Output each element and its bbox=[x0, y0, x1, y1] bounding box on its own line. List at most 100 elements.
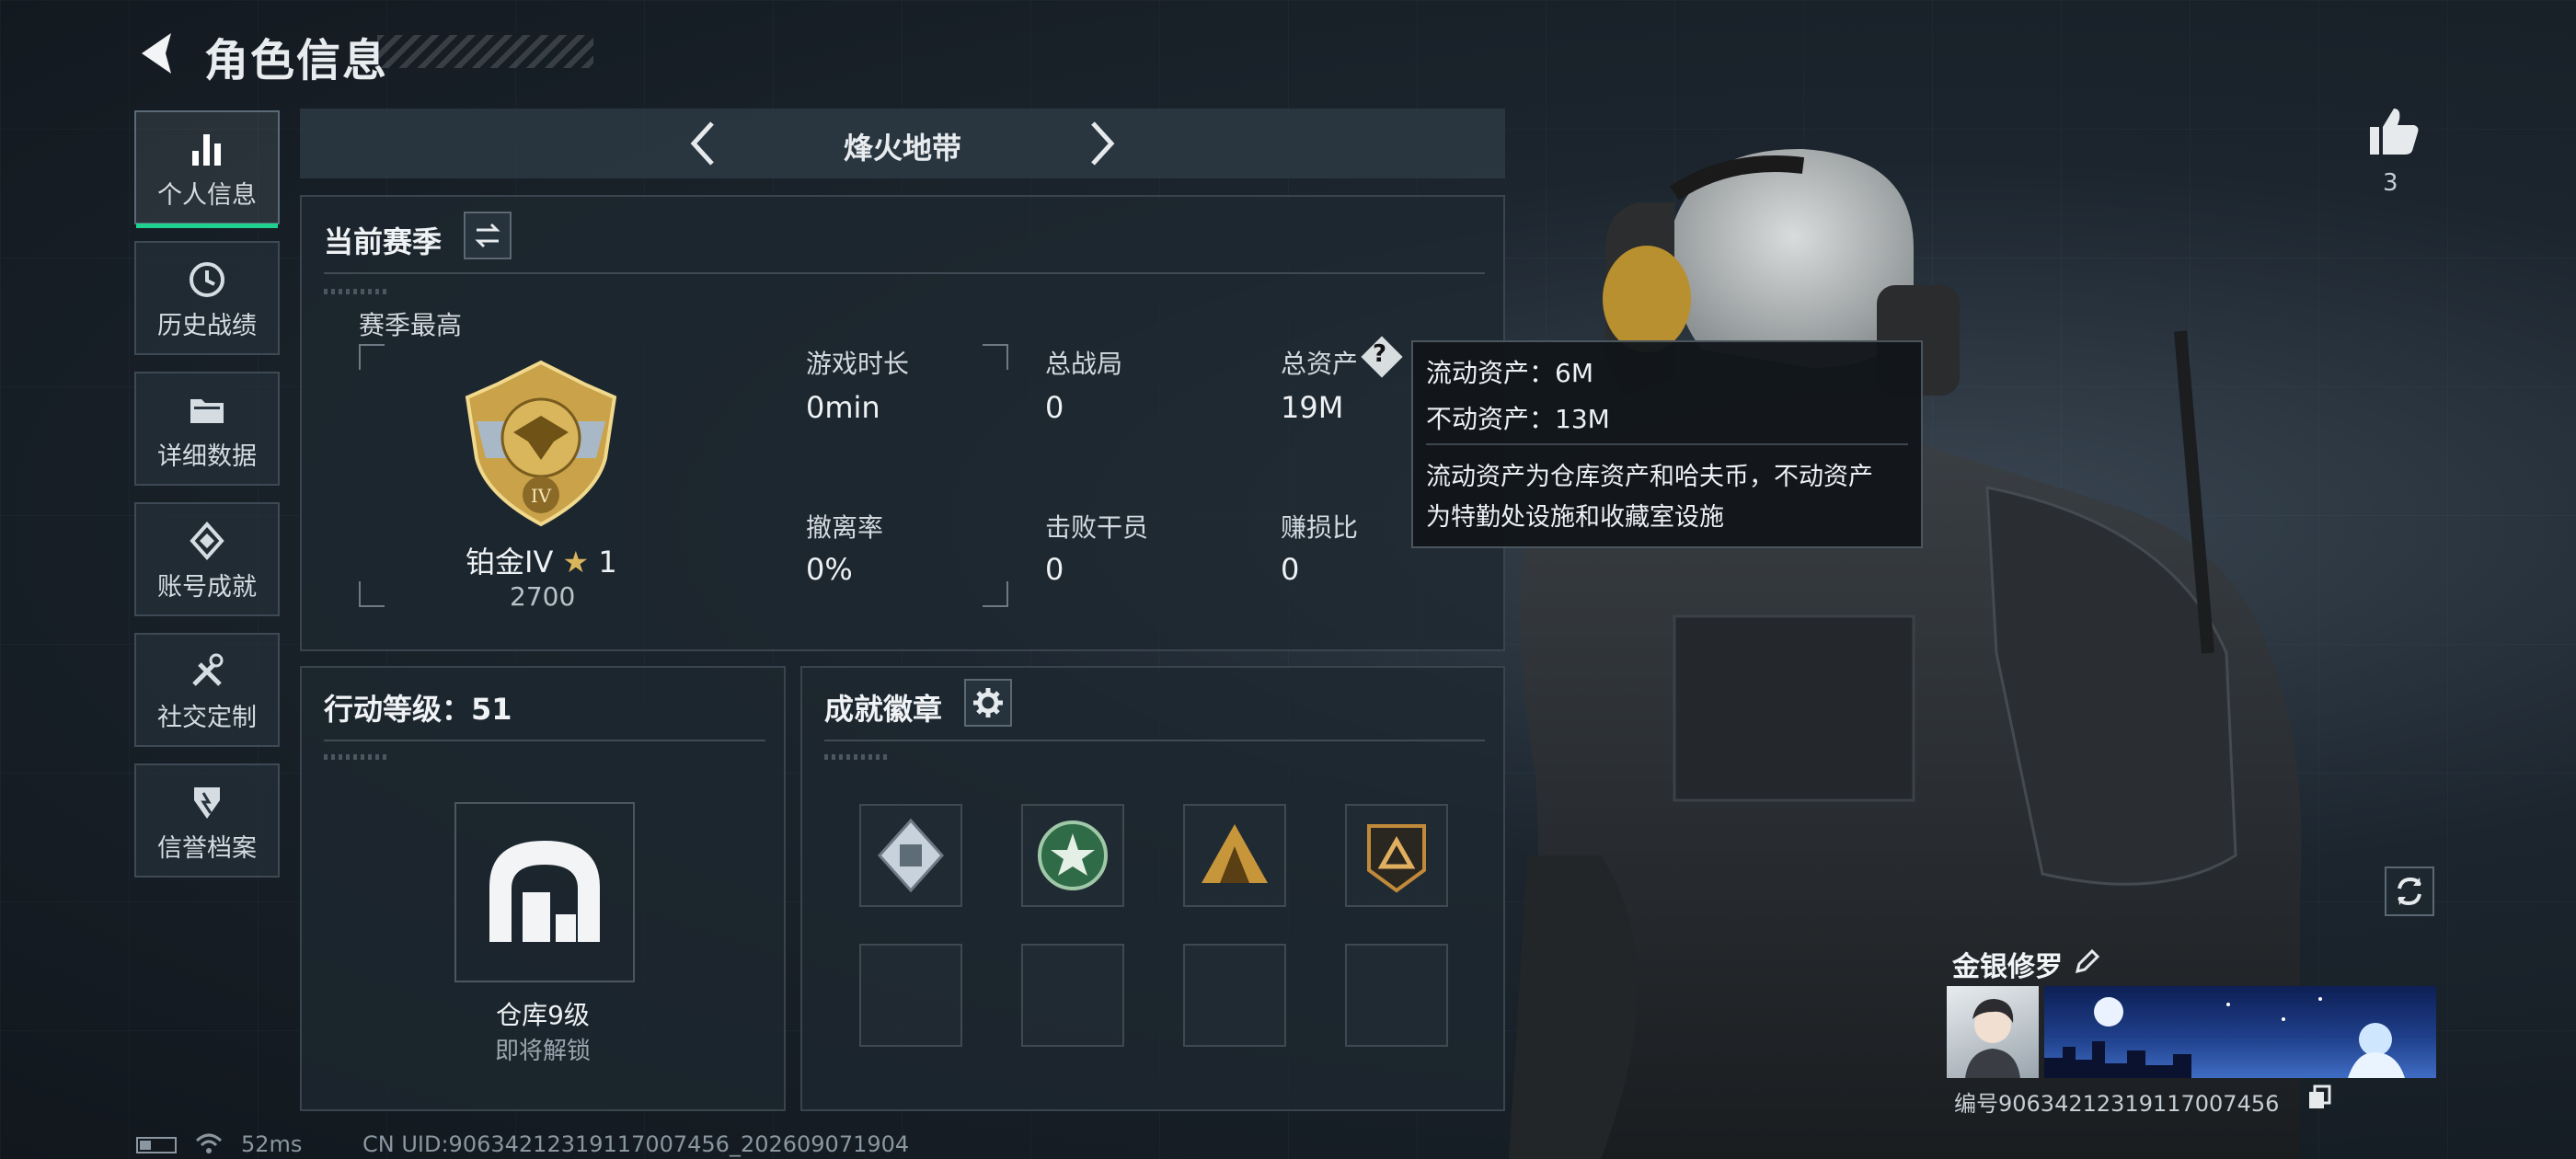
sidebar-item-label: 个人信息 bbox=[157, 181, 257, 210]
triangle-badge-icon bbox=[1367, 824, 1426, 893]
ping-text: 52ms bbox=[241, 1131, 303, 1157]
rank-row: 铂金IV ★ 1 bbox=[466, 539, 617, 581]
wifi-icon bbox=[195, 1133, 223, 1153]
sidebar-item-label: 账号成就 bbox=[157, 573, 257, 602]
divider bbox=[324, 740, 765, 741]
season-panel: 当前赛季 赛季最高 IV 铂金IV ★ 1 2700 游戏时长 0min 总战局… bbox=[300, 195, 1505, 651]
sidebar-item-social[interactable]: 社交定制 bbox=[134, 633, 280, 747]
badge-slot-empty[interactable] bbox=[859, 944, 962, 1047]
divider bbox=[824, 740, 1485, 741]
achievement-icon bbox=[190, 521, 224, 561]
stat-value-profit-ratio: 0 bbox=[1281, 552, 1300, 587]
sidebar-item-achievements[interactable]: 账号成就 bbox=[134, 502, 280, 616]
stat-label-total-assets: 总资产 bbox=[1281, 349, 1359, 379]
rank-stars: 1 bbox=[598, 545, 617, 580]
sidebar-item-label: 详细数据 bbox=[157, 442, 257, 471]
star-badge-icon bbox=[1038, 820, 1108, 890]
back-arrow-icon[interactable] bbox=[129, 26, 184, 81]
stat-value-matches: 0 bbox=[1045, 390, 1064, 425]
cube-badge-icon bbox=[877, 818, 945, 893]
action-level-title: 行动等级：51 bbox=[324, 692, 512, 727]
stat-value-extract-rate: 0% bbox=[806, 552, 853, 587]
sidebar-item-history[interactable]: 历史战绩 bbox=[134, 241, 280, 355]
history-clock-icon bbox=[190, 262, 224, 297]
rotate-model-button[interactable] bbox=[2385, 866, 2434, 916]
stat-value-total-assets: 19M bbox=[1281, 390, 1344, 425]
season-best-label: 赛季最高 bbox=[359, 310, 463, 340]
stat-label-matches: 总战局 bbox=[1045, 349, 1123, 379]
sidebar-item-personal-info[interactable]: 个人信息 bbox=[134, 110, 280, 228]
tooltip-divider bbox=[1426, 443, 1908, 445]
refresh-icon bbox=[2398, 877, 2421, 906]
tooltip-liquid-assets: 流动资产：6M bbox=[1426, 358, 1593, 388]
badge-slot-empty[interactable] bbox=[1345, 944, 1448, 1047]
sidebar-item-label: 社交定制 bbox=[157, 704, 257, 732]
badges-panel: 成就徽章 bbox=[800, 666, 1505, 1111]
action-level-panel: 行动等级：51 仓库9级 即将解锁 bbox=[300, 666, 786, 1111]
tooltip-fixed-assets: 不动资产：13M bbox=[1426, 404, 1610, 434]
stat-value-playtime: 0min bbox=[806, 390, 880, 425]
mode-selector: 烽火地带 bbox=[300, 109, 1505, 178]
badge-slot[interactable] bbox=[859, 804, 962, 907]
badge-settings-button[interactable] bbox=[964, 679, 1012, 727]
profile-banner[interactable] bbox=[2044, 986, 2436, 1078]
help-icon-glyph: ? bbox=[1373, 340, 1387, 368]
tooltip-description-line2: 为特勤处设施和收藏室设施 bbox=[1426, 503, 1724, 532]
swap-icon bbox=[475, 223, 500, 248]
shield-icon bbox=[194, 787, 220, 819]
copy-icon[interactable] bbox=[2306, 1084, 2333, 1111]
page-title: 角色信息 bbox=[204, 35, 389, 86]
like-count: 3 bbox=[2383, 169, 2398, 197]
season-title: 当前赛季 bbox=[324, 224, 443, 259]
badge-slot[interactable] bbox=[1183, 804, 1286, 907]
battery-icon bbox=[136, 1137, 177, 1153]
badge-slot-empty[interactable] bbox=[1021, 944, 1124, 1047]
rank-numeral: IV bbox=[531, 485, 552, 507]
avatar[interactable] bbox=[1947, 986, 2039, 1078]
badge-slot-empty[interactable] bbox=[1183, 944, 1286, 1047]
thumbs-up-icon[interactable] bbox=[2364, 103, 2421, 160]
stat-label-playtime: 游戏时长 bbox=[806, 349, 910, 379]
switch-season-button[interactable] bbox=[464, 212, 512, 259]
mode-label: 烽火地带 bbox=[843, 131, 961, 166]
rank-emblem-icon: IV bbox=[465, 360, 617, 527]
night-city-banner bbox=[2044, 997, 2405, 1078]
rank-score: 2700 bbox=[510, 581, 576, 612]
edit-name-icon[interactable] bbox=[2072, 947, 2101, 977]
star-icon: ★ bbox=[562, 545, 590, 580]
chevron-right-icon[interactable] bbox=[1073, 116, 1128, 171]
badge-slot[interactable] bbox=[1345, 804, 1448, 907]
stat-label-extract-rate: 撤离率 bbox=[806, 512, 884, 543]
frame-corner bbox=[983, 581, 1008, 607]
sidebar-item-detailed-data[interactable]: 详细数据 bbox=[134, 372, 280, 486]
tent-badge-icon bbox=[1202, 824, 1268, 883]
bar-chart-icon bbox=[192, 134, 221, 166]
stat-label-profit-ratio: 赚损比 bbox=[1281, 512, 1359, 543]
divider bbox=[324, 272, 1485, 274]
avatar-portrait bbox=[1965, 999, 2020, 1078]
frame-corner bbox=[983, 344, 1008, 370]
warehouse-icon bbox=[489, 841, 600, 942]
rank-name: 铂金IV bbox=[466, 545, 554, 580]
player-id: 编号9063421231911700745​6 bbox=[1954, 1091, 2280, 1117]
divider-decoration bbox=[324, 754, 388, 760]
divider-decoration bbox=[824, 754, 889, 760]
uid-text: CN UID:9063421231911700745​6_20260907190… bbox=[362, 1131, 910, 1157]
stat-label-kills: 击败干员 bbox=[1045, 512, 1149, 543]
tooltip-description-line1: 流动资产为仓库资产和哈夫币，不动资产 bbox=[1426, 463, 1873, 491]
badges-title: 成就徽章 bbox=[824, 692, 943, 727]
tools-icon bbox=[192, 653, 224, 686]
sidebar-item-label: 信誉档案 bbox=[157, 834, 257, 863]
assets-tooltip: 流动资产：6M 不动资产：13M 流动资产为仓库资产和哈夫币，不动资产 为特勤处… bbox=[1411, 340, 1923, 548]
unlock-item-frame[interactable] bbox=[454, 802, 635, 982]
player-name: 金银修罗 bbox=[1952, 951, 2063, 983]
folder-icon bbox=[190, 399, 224, 423]
unlock-item-status: 即将解锁 bbox=[494, 1038, 591, 1065]
divider-decoration bbox=[324, 289, 388, 294]
stat-value-kills: 0 bbox=[1045, 552, 1064, 587]
sidebar-item-credit[interactable]: 信誉档案 bbox=[134, 763, 280, 878]
title-decoration bbox=[377, 35, 593, 68]
gear-icon bbox=[973, 688, 1003, 717]
frame-corner bbox=[359, 344, 385, 370]
badge-slot[interactable] bbox=[1021, 804, 1124, 907]
